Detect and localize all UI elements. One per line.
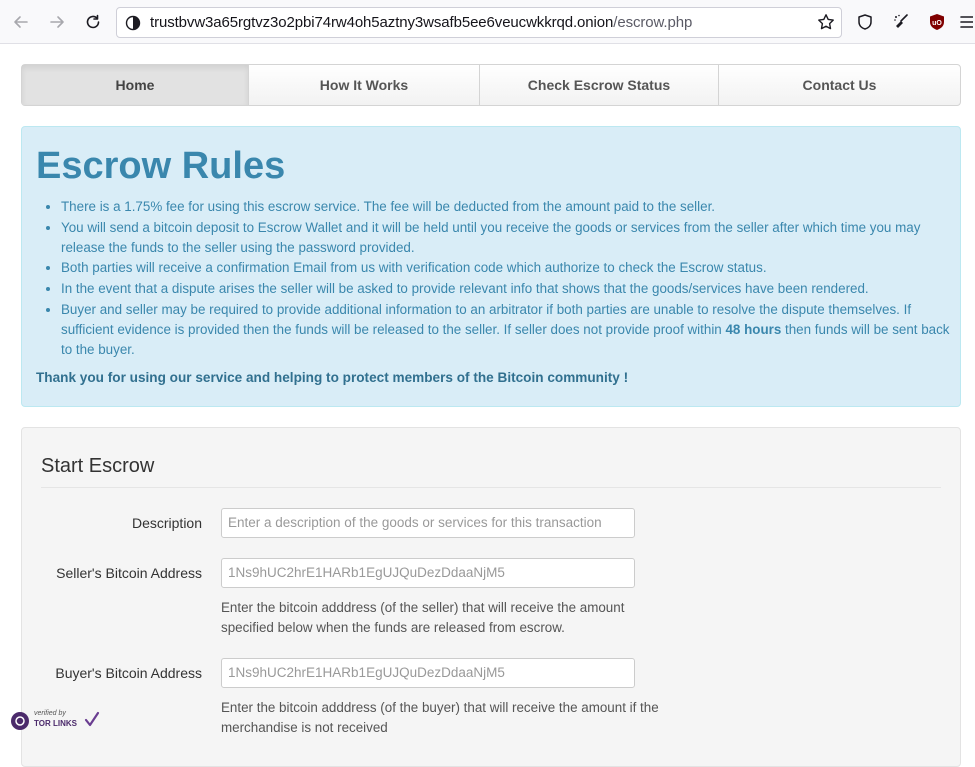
rule-item: There is a 1.75% fee for using this escr…	[61, 197, 961, 217]
verified-tor-links-badge[interactable]: verified by TOR LINKS	[10, 709, 102, 733]
reload-icon[interactable]	[79, 8, 107, 36]
rule-item: You will send a bitcoin deposit to Escro…	[61, 218, 961, 259]
thanks-message: Thank you for using our service and help…	[36, 370, 629, 385]
description-input[interactable]: Enter a description of the goods or serv…	[221, 508, 635, 538]
url-path: /escrow.php	[613, 14, 693, 31]
forward-arrow-icon[interactable]	[43, 8, 71, 36]
rule-item: In the event that a dispute arises the s…	[61, 279, 961, 299]
form-title: Start Escrow	[41, 455, 155, 477]
browser-toolbar: trustbvw3a65rgtvz3o2pbi74rw4oh5aztny3wsa…	[0, 0, 975, 44]
svg-text:uO: uO	[932, 20, 942, 27]
menu-icon[interactable]	[957, 8, 975, 36]
rules-title: Escrow Rules	[36, 145, 286, 187]
extension-broom-icon[interactable]	[887, 8, 915, 36]
badge-line-1: verified by	[34, 710, 66, 717]
nav-home[interactable]: Home	[22, 65, 249, 105]
badge-line-2: TOR LINKS	[34, 719, 77, 728]
site-info-icon[interactable]	[125, 15, 141, 36]
back-arrow-icon[interactable]	[7, 8, 35, 36]
seller-address-label: Seller's Bitcoin Address	[56, 565, 202, 581]
rule-item-emphasis: 48 hours	[725, 321, 782, 337]
seller-address-input[interactable]: 1Ns9hUC2hrE1HARb1EgUJQuDezDdaaNjM5	[221, 558, 635, 588]
bookmark-star-icon[interactable]	[817, 13, 835, 36]
seller-address-help: Enter the bitcoin adddress (of the selle…	[221, 600, 625, 635]
buyer-address-label: Buyer's Bitcoin Address	[55, 665, 202, 681]
nav-contact-us[interactable]: Contact Us	[719, 65, 960, 105]
nav-how-it-works[interactable]: How It Works	[249, 65, 480, 105]
rules-list: There is a 1.75% fee for using this escr…	[36, 197, 961, 361]
ublock-icon[interactable]: uO	[923, 8, 951, 36]
buyer-address-help: Enter the bitcoin adddress (of the buyer…	[221, 700, 659, 735]
rule-item: Buyer and seller may be required to prov…	[61, 300, 961, 361]
nav-check-escrow-status[interactable]: Check Escrow Status	[480, 65, 719, 105]
page-content: Home How It Works Check Escrow Status Co…	[0, 45, 975, 767]
description-label: Description	[131, 515, 202, 531]
shield-icon[interactable]	[851, 8, 879, 36]
start-escrow-form: Start Escrow Description Enter a descrip…	[21, 427, 961, 767]
divider	[41, 487, 941, 488]
address-bar[interactable]: trustbvw3a65rgtvz3o2pbi74rw4oh5aztny3wsa…	[116, 7, 842, 38]
main-nav: Home How It Works Check Escrow Status Co…	[21, 64, 961, 106]
escrow-rules-alert: Escrow Rules There is a 1.75% fee for us…	[21, 126, 961, 407]
url-domain: trustbvw3a65rgtvz3o2pbi74rw4oh5aztny3wsa…	[150, 14, 614, 31]
rule-item: Both parties will receive a confirmation…	[61, 258, 961, 278]
url-text: trustbvw3a65rgtvz3o2pbi74rw4oh5aztny3wsa…	[150, 14, 692, 31]
buyer-address-input[interactable]: 1Ns9hUC2hrE1HARb1EgUJQuDezDdaaNjM5	[221, 658, 635, 688]
